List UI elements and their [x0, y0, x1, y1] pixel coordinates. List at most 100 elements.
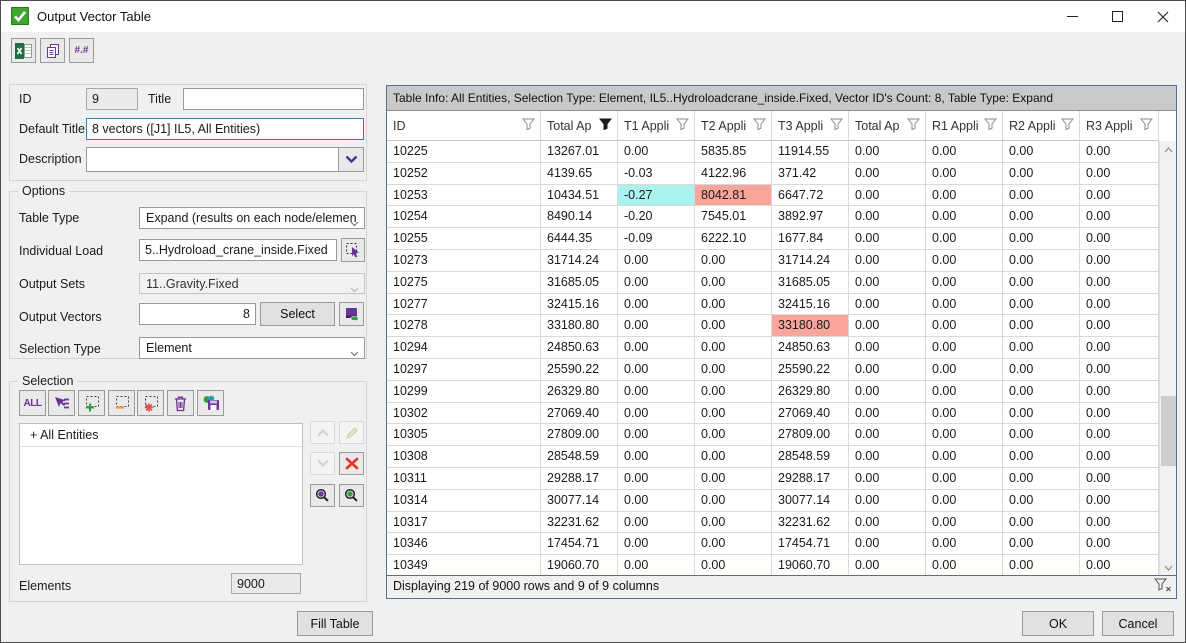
table-cell[interactable]: 28548.59	[772, 446, 849, 467]
table-cell[interactable]: 6647.72	[772, 185, 849, 206]
table-cell[interactable]: 0.00	[1080, 141, 1159, 162]
table-cell[interactable]: 13267.01	[541, 141, 618, 162]
table-cell[interactable]: 10317	[387, 512, 541, 533]
table-cell[interactable]: 0.00	[926, 337, 1003, 358]
table-cell[interactable]: 26329.80	[772, 381, 849, 402]
scroll-down-button[interactable]	[1160, 559, 1177, 576]
column-header-6-r1-appli[interactable]: R1 Appli	[926, 111, 1003, 140]
table-cell[interactable]: 0.00	[849, 337, 926, 358]
table-cell[interactable]: 0.00	[926, 272, 1003, 293]
table-row[interactable]: 1031732231.620.000.0032231.620.000.000.0…	[387, 512, 1159, 534]
table-cell[interactable]: 0.00	[926, 228, 1003, 249]
column-header-5-total-ap[interactable]: Total Ap	[849, 111, 926, 140]
table-cell[interactable]: 0.00	[695, 250, 772, 271]
table-cell[interactable]: 0.00	[695, 555, 772, 576]
id-field[interactable]	[86, 88, 138, 110]
table-row[interactable]: 1031129288.170.000.0029288.170.000.000.0…	[387, 468, 1159, 490]
table-cell[interactable]: 10308	[387, 446, 541, 467]
table-cell[interactable]: 0.00	[849, 468, 926, 489]
table-cell[interactable]: 31685.05	[541, 272, 618, 293]
column-header-8-r3-appli[interactable]: R3 Appli	[1080, 111, 1159, 140]
table-cell[interactable]: 371.42	[772, 163, 849, 184]
table-cell[interactable]: 0.00	[849, 315, 926, 336]
table-cell[interactable]: -0.09	[618, 228, 695, 249]
number-format-button[interactable]: #.#	[69, 38, 94, 63]
table-row[interactable]: 1027531685.050.000.0031685.050.000.000.0…	[387, 272, 1159, 294]
table-cell[interactable]: 0.00	[1003, 141, 1080, 162]
table-row[interactable]: 1025310434.51-0.278042.816647.720.000.00…	[387, 185, 1159, 207]
table-cell[interactable]: 0.00	[1003, 294, 1080, 315]
table-cell[interactable]: 0.00	[1003, 403, 1080, 424]
table-cell[interactable]: 4122.96	[695, 163, 772, 184]
table-cell[interactable]: 0.00	[1080, 185, 1159, 206]
table-cell[interactable]: 31714.24	[541, 250, 618, 271]
table-cell[interactable]: 6444.35	[541, 228, 618, 249]
table-cell[interactable]: 24850.63	[772, 337, 849, 358]
table-row[interactable]: 1034617454.710.000.0017454.710.000.000.0…	[387, 533, 1159, 555]
delete-item-button[interactable]	[339, 452, 364, 475]
table-cell[interactable]: 10299	[387, 381, 541, 402]
table-cell[interactable]: 0.00	[849, 294, 926, 315]
table-cell[interactable]: 0.00	[1080, 250, 1159, 271]
table-cell[interactable]: 31714.24	[772, 250, 849, 271]
table-cell[interactable]: 0.00	[926, 206, 1003, 227]
table-cell[interactable]: 0.00	[926, 141, 1003, 162]
table-cell[interactable]: 26329.80	[541, 381, 618, 402]
table-cell[interactable]: 10278	[387, 315, 541, 336]
table-cell[interactable]: 0.00	[695, 315, 772, 336]
table-cell[interactable]: 0.00	[1003, 533, 1080, 554]
table-cell[interactable]: 0.00	[1003, 359, 1080, 380]
scroll-up-button[interactable]	[1160, 141, 1177, 158]
table-cell[interactable]: 0.00	[1003, 381, 1080, 402]
list-item[interactable]: + All Entities	[20, 424, 302, 447]
zoom-preview-button[interactable]	[310, 484, 335, 507]
table-cell[interactable]: 0.00	[695, 446, 772, 467]
table-row[interactable]: 102556444.35-0.096222.101677.840.000.000…	[387, 228, 1159, 250]
table-cell[interactable]: 4139.65	[541, 163, 618, 184]
table-row[interactable]: 1034919060.700.000.0019060.700.000.000.0…	[387, 555, 1159, 577]
table-cell[interactable]: 0.00	[695, 381, 772, 402]
table-cell[interactable]: 29288.17	[541, 468, 618, 489]
selection-type-dropdown[interactable]: Element	[139, 337, 365, 359]
table-cell[interactable]: 0.00	[849, 512, 926, 533]
exclude-selection-button[interactable]	[137, 390, 164, 416]
table-cell[interactable]: 0.00	[1080, 424, 1159, 445]
table-cell[interactable]: 0.00	[1080, 381, 1159, 402]
table-cell[interactable]: 6222.10	[695, 228, 772, 249]
copy-table-button[interactable]	[40, 38, 65, 63]
filter-icon[interactable]	[830, 118, 843, 133]
table-cell[interactable]: 0.00	[618, 250, 695, 271]
table-cell[interactable]: 0.00	[1003, 228, 1080, 249]
table-cell[interactable]: 27809.00	[772, 424, 849, 445]
table-cell[interactable]: 0.00	[849, 250, 926, 271]
table-cell[interactable]: 0.00	[618, 315, 695, 336]
table-row[interactable]: 1027732415.160.000.0032415.160.000.000.0…	[387, 294, 1159, 316]
table-cell[interactable]: 0.00	[849, 185, 926, 206]
table-cell[interactable]: 0.00	[849, 228, 926, 249]
table-row[interactable]: 1030527809.000.000.0027809.000.000.000.0…	[387, 424, 1159, 446]
table-cell[interactable]: 0.00	[618, 533, 695, 554]
table-cell[interactable]: 0.00	[695, 359, 772, 380]
table-cell[interactable]: 27809.00	[541, 424, 618, 445]
select-vectors-button[interactable]: Select	[260, 302, 335, 326]
table-cell[interactable]: 10305	[387, 424, 541, 445]
table-cell[interactable]: 0.00	[926, 250, 1003, 271]
filter-icon[interactable]	[522, 118, 535, 133]
table-cell[interactable]: 30077.14	[772, 490, 849, 511]
table-cell[interactable]: 0.00	[926, 490, 1003, 511]
table-cell[interactable]: 0.00	[849, 446, 926, 467]
table-cell[interactable]: 32415.16	[541, 294, 618, 315]
table-cell[interactable]: 0.00	[926, 555, 1003, 576]
table-cell[interactable]: 0.00	[695, 403, 772, 424]
table-cell[interactable]: 0.00	[618, 446, 695, 467]
filter-icon[interactable]	[599, 118, 612, 133]
table-cell[interactable]: 0.00	[1080, 315, 1159, 336]
table-cell[interactable]: 0.00	[695, 294, 772, 315]
vector-library-button[interactable]	[339, 302, 364, 326]
table-row[interactable]: 1029926329.800.000.0026329.800.000.000.0…	[387, 381, 1159, 403]
table-cell[interactable]: 28548.59	[541, 446, 618, 467]
table-cell[interactable]: 10252	[387, 163, 541, 184]
table-cell[interactable]: 11914.55	[772, 141, 849, 162]
table-cell[interactable]: 10277	[387, 294, 541, 315]
table-cell[interactable]: -0.27	[618, 185, 695, 206]
